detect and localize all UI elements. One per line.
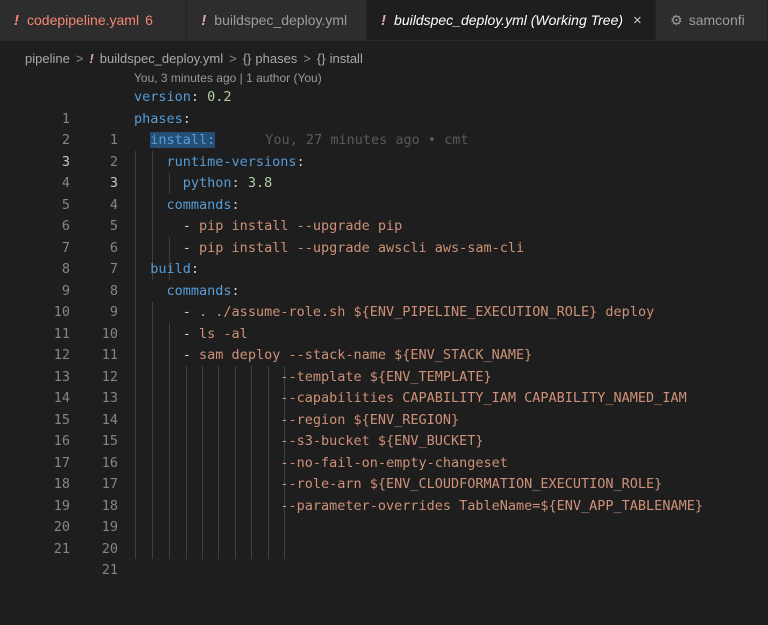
yaml-string: ls -al [199, 325, 248, 342]
code-line: 21 21 [0, 517, 768, 579]
code-line: 10 10 commands: [0, 281, 768, 342]
yaml-key: runtime-versions [166, 153, 297, 170]
code-line: 9 9 build: [0, 259, 768, 320]
yaml-key: python [182, 175, 232, 191]
yaml-value: 3.8 [247, 175, 273, 191]
tab-label: codepipeline.yaml [27, 12, 140, 28]
yaml-string: . ./assume-role.sh ${ENV_PIPELINE_EXECUT… [199, 304, 655, 320]
code-line: 7 7 - pip install --upgrade pip [0, 216, 768, 277]
breadcrumb-phases[interactable]: phases [255, 51, 297, 66]
breadcrumb-file[interactable]: buildspec_deploy.yml [100, 51, 223, 66]
yaml-colon: : [231, 282, 240, 299]
code-line: 17 17 --s3-bucket ${ENV_BUCKET} [0, 431, 768, 492]
yaml-colon: : [182, 110, 191, 127]
yaml-file-icon: ! [89, 50, 94, 66]
line-number-left: 21 [53, 540, 70, 557]
yaml-file-icon: ! [14, 11, 19, 29]
code-line: 20 20 --parameter-overrides TableName=${… [0, 496, 768, 557]
code-line: 16 16 --region ${ENV_REGION} [0, 410, 768, 471]
yaml-string: --capabilities CAPABILITY_IAM CAPABILITY… [280, 390, 687, 406]
yaml-file-icon: ! [381, 11, 387, 29]
tab-samconfig[interactable]: ⚙ samconfi [656, 0, 768, 40]
inline-blame-annotation: You, 27 minutes ago • cmt [265, 132, 469, 148]
git-blame-codelens[interactable]: You, 3 minutes ago | 1 author (You) [0, 69, 768, 87]
yaml-key: version [134, 89, 191, 105]
yaml-string: sam deploy --stack-name ${ENV_STACK_NAME… [199, 347, 533, 363]
yaml-string: --parameter-overrides TableName=${ENV_AP… [280, 497, 703, 514]
line-number-right: 21 [101, 562, 118, 578]
yaml-dash: - [182, 218, 200, 234]
yaml-string: --s3-bucket ${ENV_BUCKET} [280, 433, 484, 449]
gear-icon: ⚙ [670, 11, 683, 28]
close-icon[interactable]: × [633, 12, 642, 29]
yaml-string: --role-arn ${ENV_CLOUDFORMATION_EXECUTIO… [280, 476, 663, 492]
yaml-colon: : [296, 153, 305, 170]
yaml-dash: - [182, 347, 200, 363]
code-line: 14 14 --template ${ENV_TEMPLATE} [0, 367, 768, 428]
code-line: 2 2 phases: [0, 109, 768, 170]
breadcrumb-folder[interactable]: pipeline [25, 51, 70, 66]
code-line: 11 11 - . ./assume-role.sh ${ENV_PIPELIN… [0, 302, 768, 363]
yaml-string: --region ${ENV_REGION} [280, 411, 460, 428]
code-line: 13 13 - sam deploy --stack-name ${ENV_ST… [0, 345, 768, 406]
yaml-string: pip install --upgrade pip [199, 218, 403, 234]
editor-tab-bar: ! codepipeline.yaml 6 ! buildspec_deploy… [0, 0, 768, 41]
code-line: 8 8 - pip install --upgrade awscli aws-s… [0, 238, 768, 299]
code-line: 4 4 runtime-versions: [0, 152, 768, 213]
yaml-string: --no-fail-on-empty-changeset [280, 454, 508, 471]
tab-label: buildspec_deploy.yml (Working Tree) [394, 12, 624, 28]
problem-count-badge: 6 [145, 12, 153, 28]
object-icon: {} [242, 50, 252, 66]
chevron-right-icon: > [229, 50, 237, 66]
code-line-current: 3 3 install: You, 27 minutes ago • cmt [0, 130, 768, 191]
yaml-string: pip install --upgrade awscli aws-sam-cli [199, 239, 525, 256]
tab-label: buildspec_deploy.yml [214, 12, 348, 28]
code-line: 6 6 commands: [0, 195, 768, 256]
tab-buildspec-deploy[interactable]: ! buildspec_deploy.yml [187, 0, 368, 40]
code-line: 15 15 --capabilities CAPABILITY_IAM CAPA… [0, 388, 768, 449]
object-icon: {} [316, 50, 326, 66]
yaml-colon: : [190, 261, 200, 277]
yaml-dash: - [182, 304, 200, 320]
codelens-text: You, 3 minutes ago | 1 author (You) [134, 71, 322, 85]
yaml-colon: : [190, 89, 208, 105]
tab-buildspec-working-tree[interactable]: ! buildspec_deploy.yml (Working Tree) × [367, 0, 657, 40]
code-editor[interactable]: 1 1 version: 0.2 2 2 phases: 3 3 install… [0, 87, 768, 579]
code-line: 1 1 version: 0.2 [0, 87, 768, 148]
yaml-dash: - [182, 239, 200, 256]
yaml-file-icon: ! [201, 11, 207, 29]
yaml-key: commands [166, 282, 232, 299]
tab-codepipeline[interactable]: ! codepipeline.yaml 6 [0, 0, 188, 40]
yaml-key: commands [166, 196, 232, 213]
yaml-key-selected: install: [150, 132, 216, 148]
chevron-right-icon: > [75, 50, 84, 66]
code-line: 12 12 - ls -al [0, 324, 768, 385]
breadcrumb-install[interactable]: install [330, 51, 363, 66]
chevron-right-icon: > [303, 50, 311, 66]
code-line: 19 19 --role-arn ${ENV_CLOUDFORMATION_EX… [0, 474, 768, 535]
line-number-right: 20 [101, 540, 118, 557]
yaml-value: 0.2 [207, 89, 232, 105]
yaml-string: --template ${ENV_TEMPLATE} [280, 368, 492, 385]
breadcrumb: pipeline > ! buildspec_deploy.yml > {} p… [0, 47, 768, 69]
yaml-colon: : [231, 175, 248, 191]
code-line: 5 5 python: 3.8 [0, 173, 768, 234]
tab-label: samconfi [688, 12, 745, 28]
yaml-dash: - [182, 325, 200, 342]
yaml-key: phases [134, 110, 183, 127]
code-line: 18 18 --no-fail-on-empty-changeset [0, 453, 768, 514]
yaml-colon: : [231, 196, 240, 213]
yaml-key: build [150, 261, 191, 277]
